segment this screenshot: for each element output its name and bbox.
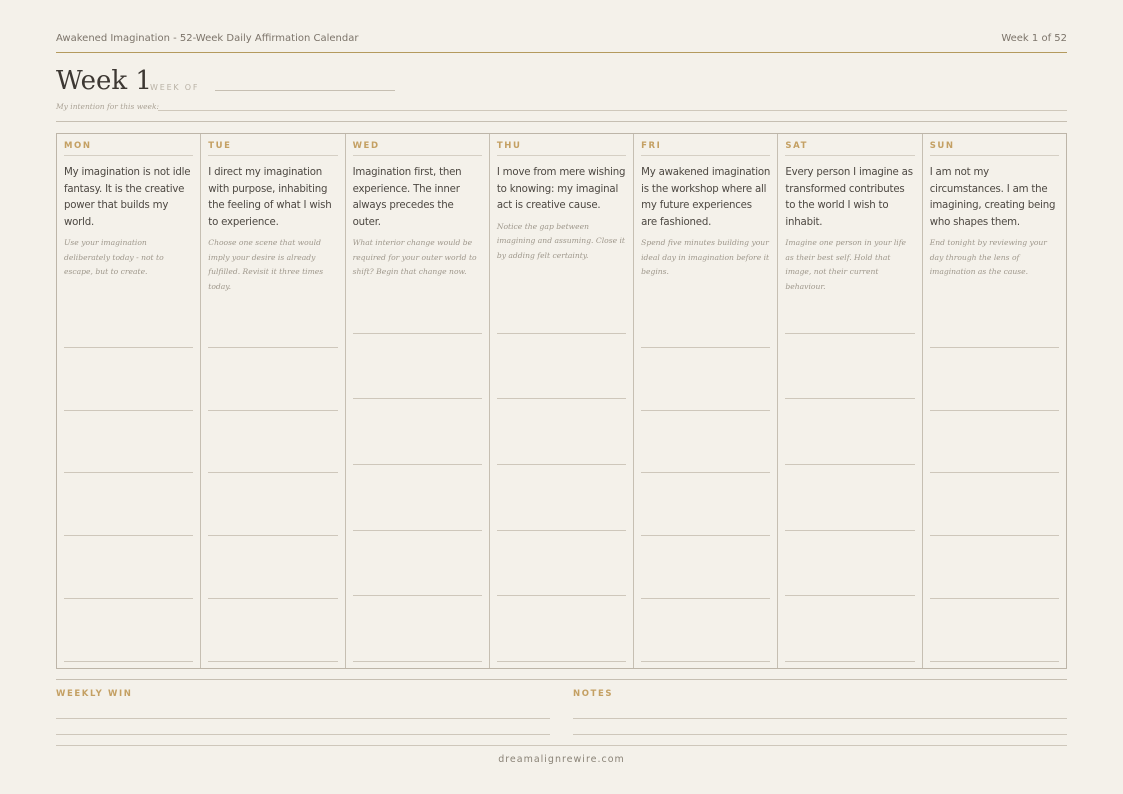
divider <box>56 121 1067 122</box>
week-heading: Week 1 WEEK OF <box>56 66 1067 96</box>
day-prompt: Choose one scene that would imply your d… <box>208 238 324 291</box>
notes-line[interactable] <box>573 718 1067 719</box>
writing-line[interactable] <box>929 410 1059 411</box>
day-column-wed: WED Imagination first, then experience. … <box>346 134 490 668</box>
writing-line[interactable] <box>496 595 627 596</box>
intention-row: My intention for this week: <box>56 100 1067 112</box>
intention-label: My intention for this week: <box>56 102 160 111</box>
writing-line[interactable] <box>641 410 771 411</box>
week-of-label: WEEK OF <box>150 83 200 92</box>
notes-line[interactable] <box>573 734 1067 735</box>
day-column-mon: MON My imagination is not idle fantasy. … <box>57 134 202 668</box>
writing-line[interactable] <box>208 598 338 599</box>
day-name: MON <box>64 141 194 156</box>
day-affirmation: I am not my circumstances. I am the imag… <box>929 167 1056 228</box>
writing-line[interactable] <box>785 464 915 465</box>
writing-line[interactable] <box>64 347 194 348</box>
writing-line[interactable] <box>929 661 1059 662</box>
day-prompt: Spend five minutes building your ideal d… <box>641 238 770 277</box>
day-affirmation: Imagination first, then experience. The … <box>352 167 462 228</box>
calendar-title: Awakened Imagination - 52-Week Daily Aff… <box>56 33 359 44</box>
writing-line[interactable] <box>64 535 194 536</box>
writing-line[interactable] <box>641 347 771 348</box>
weekly-win-line[interactable] <box>56 734 550 735</box>
writing-line[interactable] <box>496 398 627 399</box>
writing-line[interactable] <box>208 472 338 473</box>
day-affirmation: Every person I imagine as transformed co… <box>785 167 913 228</box>
day-prompt: End tonight by reviewing your day throug… <box>929 238 1047 277</box>
writing-line[interactable] <box>785 530 915 531</box>
writing-line[interactable] <box>208 661 338 662</box>
writing-line[interactable] <box>352 595 482 596</box>
writing-line[interactable] <box>352 530 482 531</box>
day-name: TUE <box>208 141 338 156</box>
day-name: WED <box>352 141 482 156</box>
writing-line[interactable] <box>785 595 915 596</box>
writing-line[interactable] <box>352 661 482 662</box>
day-column-fri: FRI My awakened imagination is the works… <box>634 134 779 668</box>
day-prompt: What interior change would be required f… <box>352 238 477 277</box>
writing-line[interactable] <box>496 333 627 334</box>
day-affirmation: I move from mere wishing to knowing: my … <box>496 167 626 212</box>
week-title: Week 1 <box>56 66 152 96</box>
writing-line[interactable] <box>929 598 1059 599</box>
day-affirmation: My awakened imagination is the workshop … <box>641 167 771 228</box>
writing-line[interactable] <box>496 661 627 662</box>
day-prompt: Notice the gap between imagining and ass… <box>496 221 625 260</box>
writing-line[interactable] <box>64 598 194 599</box>
divider <box>56 679 1067 680</box>
writing-line[interactable] <box>496 530 627 531</box>
writing-line[interactable] <box>208 347 338 348</box>
writing-line[interactable] <box>785 333 915 334</box>
writing-line[interactable] <box>208 535 338 536</box>
writing-line[interactable] <box>641 535 771 536</box>
writing-line[interactable] <box>496 464 627 465</box>
divider <box>56 745 1067 746</box>
week-grid: MON My imagination is not idle fantasy. … <box>56 133 1067 669</box>
writing-line[interactable] <box>352 398 482 399</box>
day-name: THU <box>496 141 627 156</box>
day-column-sat: SAT Every person I imagine as transforme… <box>778 134 923 668</box>
writing-line[interactable] <box>641 598 771 599</box>
writing-line[interactable] <box>929 472 1059 473</box>
day-column-tue: TUE I direct my imagination with purpose… <box>201 134 346 668</box>
day-prompt: Use your imagination deliberately today … <box>64 238 164 277</box>
writing-line[interactable] <box>929 347 1059 348</box>
writing-line[interactable] <box>785 398 915 399</box>
writing-line[interactable] <box>64 410 194 411</box>
week-of-field[interactable] <box>215 90 395 91</box>
day-prompt: Imagine one person in your life as their… <box>785 238 907 291</box>
day-affirmation: My imagination is not idle fantasy. It i… <box>64 167 191 228</box>
writing-line[interactable] <box>929 535 1059 536</box>
writing-line[interactable] <box>64 472 194 473</box>
day-column-thu: THU I move from mere wishing to knowing:… <box>490 134 635 668</box>
writing-line[interactable] <box>352 333 482 334</box>
weekly-win-line[interactable] <box>56 718 550 719</box>
notes-label: NOTES <box>573 689 614 699</box>
day-affirmation: I direct my imagination with purpose, in… <box>208 167 332 228</box>
week-progress: Week 1 of 52 <box>1001 33 1067 44</box>
day-name: SAT <box>785 141 915 156</box>
footer-site: dreamalignrewire.com <box>498 754 625 765</box>
writing-line[interactable] <box>64 661 194 662</box>
writing-line[interactable] <box>641 472 771 473</box>
intention-field[interactable] <box>158 110 1067 111</box>
writing-line[interactable] <box>785 661 915 662</box>
page-header: Awakened Imagination - 52-Week Daily Aff… <box>56 33 1067 53</box>
weekly-win-label: WEEKLY WIN <box>56 689 133 699</box>
writing-line[interactable] <box>641 661 771 662</box>
writing-line[interactable] <box>208 410 338 411</box>
day-column-sun: SUN I am not my circumstances. I am the … <box>923 134 1066 668</box>
day-name: SUN <box>929 141 1059 156</box>
day-name: FRI <box>641 141 771 156</box>
writing-line[interactable] <box>352 464 482 465</box>
